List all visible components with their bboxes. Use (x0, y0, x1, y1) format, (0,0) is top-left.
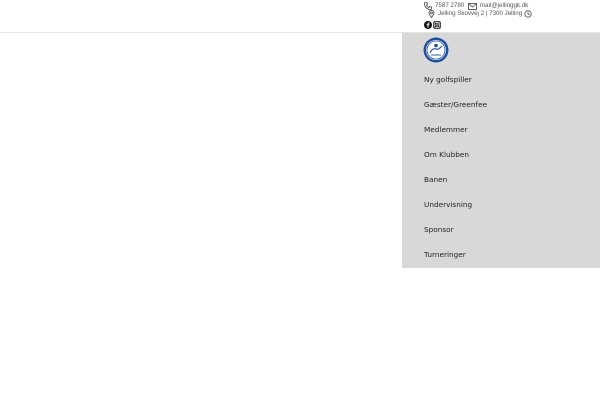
menu-item-om-klubben[interactable]: Om Klubben (402, 142, 600, 167)
address-text: Jelling Skovvej 2 | 7300 Jelling (438, 10, 523, 17)
location-pin-icon (428, 10, 435, 18)
contact-info: 7587 2780 mail@jellinggk.dk Jelling Skov… (423, 0, 600, 32)
email-link[interactable]: mail@jellinggk.dk (468, 2, 528, 10)
social-links (424, 21, 441, 29)
menu-item-undervisning[interactable]: Undervisning (402, 192, 600, 217)
menu-item-banen[interactable]: Banen (402, 167, 600, 192)
top-bar: 7587 2780 mail@jellinggk.dk Jelling Skov… (0, 0, 600, 33)
phone-link[interactable]: 7587 2780 (424, 2, 464, 10)
mail-icon (468, 2, 477, 10)
menu-item-medlemmer[interactable]: Medlemmer (402, 117, 600, 142)
instagram-icon[interactable] (433, 21, 441, 29)
club-logo[interactable] (423, 37, 449, 63)
navigation-menu: Ny golfspiller Gæster/Greenfee Medlemmer… (402, 33, 600, 268)
facebook-icon[interactable] (424, 21, 432, 29)
menu-list: Ny golfspiller Gæster/Greenfee Medlemmer… (402, 67, 600, 267)
phone-number: 7587 2780 (435, 2, 465, 9)
phone-icon (424, 2, 432, 10)
clock-icon[interactable] (524, 10, 532, 18)
email-address: mail@jellinggk.dk (480, 2, 529, 9)
menu-item-turneringer[interactable]: Turneringer (402, 242, 600, 267)
menu-item-ny-golfspiller[interactable]: Ny golfspiller (402, 67, 600, 92)
address-link[interactable]: Jelling Skovvej 2 | 7300 Jelling (428, 10, 522, 18)
page: 7587 2780 mail@jellinggk.dk Jelling Skov… (0, 0, 600, 400)
menu-item-gaester-greenfee[interactable]: Gæster/Greenfee (402, 92, 600, 117)
menu-item-sponsor[interactable]: Sponsor (402, 217, 600, 242)
